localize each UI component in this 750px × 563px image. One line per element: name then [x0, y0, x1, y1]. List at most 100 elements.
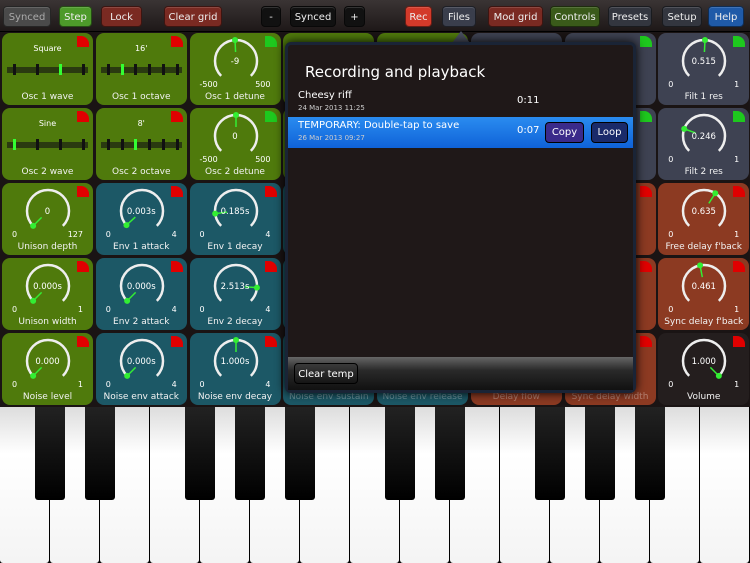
toolbar-button-help[interactable]: Help	[708, 6, 744, 27]
stepper-tick[interactable]	[148, 64, 152, 75]
dial-handle[interactable]	[123, 372, 130, 379]
dial-handle[interactable]	[702, 37, 709, 44]
control-cell[interactable]: Env 2 attack 0.000s 0 4	[95, 258, 187, 330]
white-key[interactable]	[700, 407, 749, 563]
black-key[interactable]	[285, 407, 315, 500]
toolbar-button-rec[interactable]: Rec	[405, 6, 432, 27]
control-cell[interactable]: Unison depth 0 0 127	[2, 183, 93, 255]
black-key[interactable]	[535, 407, 565, 500]
control-cell[interactable]: Env 2 decay 2.513s 0 4	[189, 258, 281, 330]
stepper-tick[interactable]	[36, 139, 39, 150]
black-key[interactable]	[235, 407, 265, 500]
control-cell[interactable]: Noise level 0.000 0 1	[2, 333, 93, 405]
red-mod-indicator[interactable]	[733, 336, 746, 347]
stepper-tick[interactable]	[120, 64, 124, 75]
stepper-tick[interactable]	[134, 139, 138, 150]
toolbar-button-plus[interactable]: +	[344, 6, 365, 27]
loop-button[interactable]: Loop	[591, 122, 628, 143]
control-cell[interactable]: Unison width 0.000s 0 1	[2, 258, 93, 330]
green-mod-indicator[interactable]	[639, 111, 652, 122]
dial-handle[interactable]	[712, 190, 719, 197]
black-key[interactable]	[185, 407, 215, 500]
green-mod-indicator[interactable]	[264, 111, 277, 122]
black-key[interactable]	[35, 407, 65, 500]
toolbar-button-lock-cells[interactable]: Lock cells	[101, 6, 142, 44]
black-key[interactable]	[635, 407, 665, 500]
recording-row[interactable]: Cheesy riff 24 Mar 2013 11:25 0:11	[288, 87, 633, 118]
recording-row[interactable]: TEMPORARY: Double-tap to save 26 Mar 2013…	[288, 117, 633, 148]
control-cell[interactable]: Env 1 attack 0.003s 0 4	[95, 183, 187, 255]
stepper-tick[interactable]	[134, 64, 138, 75]
stepper-tick[interactable]	[161, 139, 165, 150]
control-cell[interactable]: Osc 1 octave 16'	[95, 33, 187, 105]
red-mod-indicator[interactable]	[733, 261, 746, 272]
dial-handle[interactable]	[697, 262, 704, 269]
control-cell[interactable]: Sync delay f'back 0.461 0 1	[658, 258, 750, 330]
red-mod-indicator[interactable]	[264, 186, 277, 197]
dial-handle[interactable]	[232, 337, 239, 343]
control-cell[interactable]: Env 1 decay 0.185s 0 4	[189, 183, 281, 255]
black-key[interactable]	[85, 407, 115, 500]
dial-handle[interactable]	[231, 37, 238, 44]
control-cell[interactable]: Osc 2 wave Sine	[2, 108, 93, 180]
stepper-tick[interactable]	[36, 64, 39, 75]
stepper-tick[interactable]	[106, 139, 110, 150]
stepper-tick[interactable]	[59, 64, 62, 75]
toolbar-button-setup[interactable]: Setup	[662, 6, 702, 27]
dial-handle[interactable]	[30, 297, 37, 304]
stepper-track[interactable]	[100, 139, 182, 150]
stepper-tick[interactable]	[82, 139, 85, 150]
toolbar-button-files[interactable]: Files	[442, 6, 476, 27]
dial-handle[interactable]	[681, 125, 688, 132]
stepper-track[interactable]	[100, 64, 182, 75]
control-cell[interactable]: Osc 1 detune -9 -500 500	[189, 33, 281, 105]
control-cell[interactable]: Free delay f'back 0.635 0 1	[658, 183, 750, 255]
stepper-tick[interactable]	[13, 64, 16, 75]
green-mod-indicator[interactable]	[264, 36, 277, 47]
green-mod-indicator[interactable]	[639, 36, 652, 47]
control-cell[interactable]: Osc 2 detune 0 -500 500	[189, 108, 281, 180]
red-mod-indicator[interactable]	[77, 186, 89, 197]
clear-temp-button[interactable]: Clear temp	[294, 363, 358, 384]
stepper-tick[interactable]	[161, 64, 165, 75]
stepper-tick[interactable]	[82, 64, 85, 75]
stepper-tick[interactable]	[175, 139, 179, 150]
black-key[interactable]	[435, 407, 465, 500]
stepper-tick[interactable]	[13, 139, 16, 150]
stepper-tick[interactable]	[148, 139, 152, 150]
toolbar-button-minus[interactable]: -	[261, 6, 281, 27]
green-mod-indicator[interactable]	[733, 36, 746, 47]
stepper-tick[interactable]	[175, 64, 179, 75]
red-mod-indicator[interactable]	[733, 186, 746, 197]
control-cell[interactable]: Volume 1.000 0 1	[658, 333, 750, 405]
control-cell[interactable]: Osc 1 wave Square	[2, 33, 93, 105]
toolbar-button-controls[interactable]: Controls	[550, 6, 600, 27]
control-cell[interactable]: Filt 2 res 0.246 0 1	[658, 108, 750, 180]
control-cell[interactable]: Noise env decay 1.000s 0 4	[189, 333, 281, 405]
red-mod-indicator[interactable]	[170, 186, 183, 197]
red-mod-indicator[interactable]	[639, 261, 652, 272]
copy-button[interactable]: Copy	[545, 122, 584, 143]
control-cell[interactable]: Noise env attack 0.000s 0 4	[95, 333, 187, 405]
stepper-tick[interactable]	[120, 139, 124, 150]
toolbar-button-synced[interactable]: Synced	[3, 6, 51, 27]
toolbar-button-presets[interactable]: Presets	[608, 6, 652, 27]
toolbar-button-mod-grid[interactable]: Mod grid	[488, 6, 543, 27]
dial-handle[interactable]	[30, 222, 37, 229]
red-mod-indicator[interactable]	[639, 186, 652, 197]
red-mod-indicator[interactable]	[639, 336, 652, 347]
control-cell[interactable]: Osc 2 octave 8'	[95, 108, 187, 180]
red-mod-indicator[interactable]	[170, 261, 183, 272]
stepper-tick[interactable]	[106, 64, 110, 75]
dial-handle[interactable]	[123, 222, 130, 229]
dial-handle[interactable]	[30, 372, 37, 379]
dial-handle[interactable]	[123, 297, 130, 304]
dial-handle[interactable]	[232, 112, 239, 118]
toolbar-button-clear-grid[interactable]: Clear grid	[164, 6, 222, 27]
stepper-track[interactable]	[7, 139, 88, 150]
toolbar-button-step[interactable]: Step	[59, 6, 92, 27]
black-key[interactable]	[585, 407, 615, 500]
red-mod-indicator[interactable]	[264, 261, 277, 272]
control-cell[interactable]: Filt 1 res 0.515 0 1	[658, 33, 750, 105]
red-mod-indicator[interactable]	[77, 336, 89, 347]
